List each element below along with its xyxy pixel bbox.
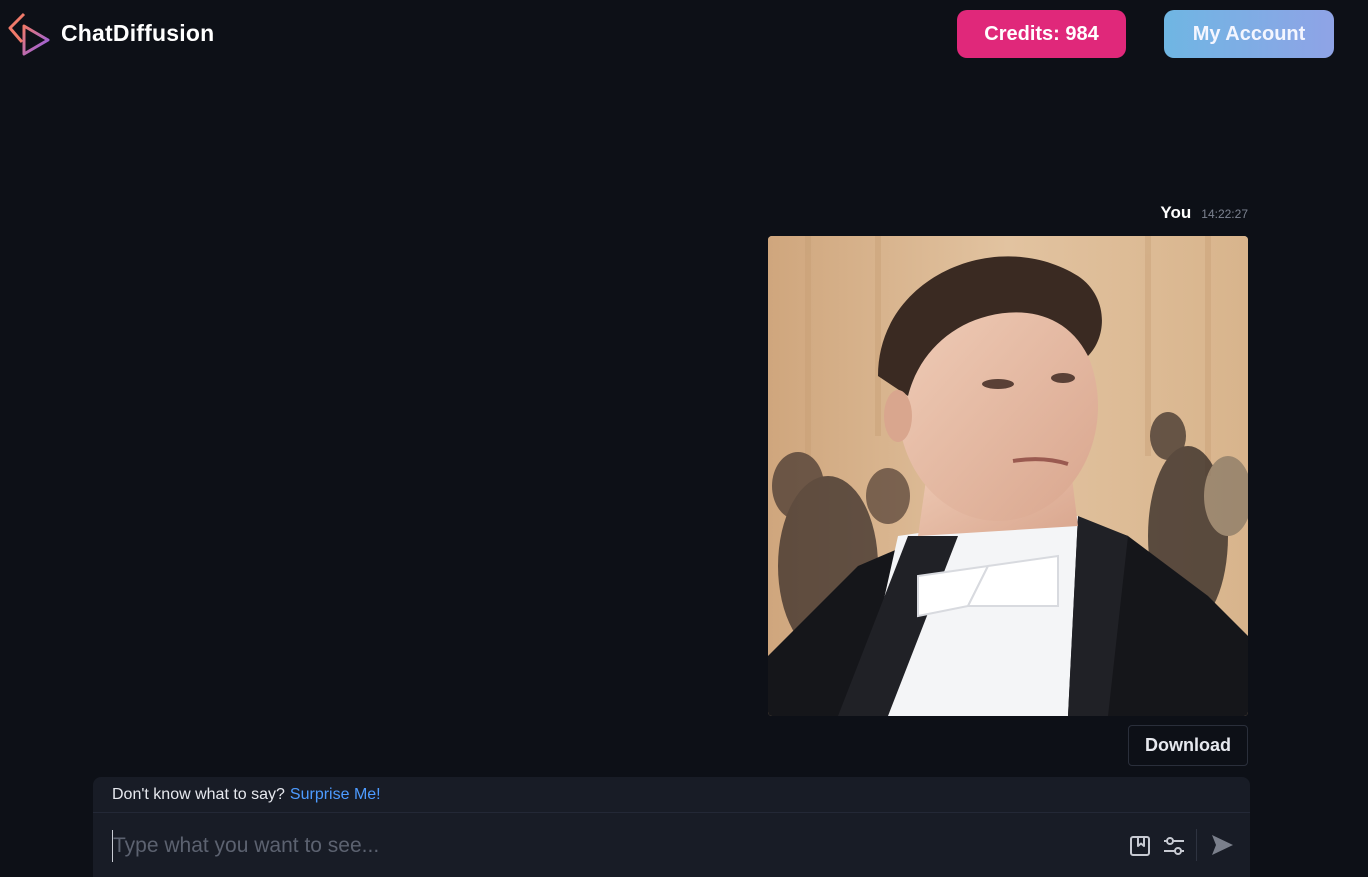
brand-name[interactable]: ChatDiffusion [61,20,214,47]
top-bar: ChatDiffusion Credits: 984 My Account [0,0,1368,68]
my-account-button[interactable]: My Account [1164,10,1334,58]
sliders-icon[interactable] [1162,834,1186,858]
credits-button[interactable]: Credits: 984 [957,10,1126,58]
download-button[interactable]: Download [1128,725,1248,766]
generated-image[interactable] [768,236,1248,716]
input-row [93,814,1250,877]
composer: Don't know what to say? Surprise Me! [93,777,1250,877]
logo-icon[interactable] [8,12,52,56]
message-author: You [1160,203,1192,222]
app-root: ChatDiffusion Credits: 984 My Account Yo… [0,0,1368,877]
portrait-photo-icon [768,236,1248,716]
send-icon[interactable] [1209,832,1235,858]
message-timestamp: 14:22:27 [1201,207,1248,221]
hint-text: Don't know what to say? [112,785,285,803]
surprise-me-link[interactable]: Surprise Me! [290,786,381,804]
toolbar-divider [1196,829,1197,861]
message-header: You 14:22:27 [1160,203,1248,223]
bookmark-icon[interactable] [1128,834,1152,858]
prompt-input[interactable] [112,830,1092,862]
hint-row: Don't know what to say? Surprise Me! [93,777,1250,813]
